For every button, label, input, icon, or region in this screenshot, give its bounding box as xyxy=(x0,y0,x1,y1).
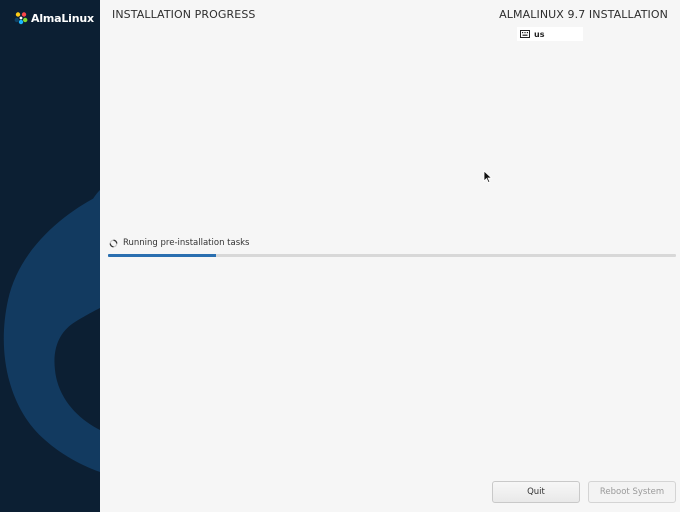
keyboard-layout-indicator[interactable]: us xyxy=(517,27,583,41)
keyboard-layout-label: us xyxy=(534,29,545,39)
product-title: ALMALINUX 9.7 INSTALLATION xyxy=(499,8,668,21)
page-title: INSTALLATION PROGRESS xyxy=(112,8,256,21)
installer-window: AlmaLinux INSTALLATION PROGRESS ALMALINU… xyxy=(0,0,680,512)
progress-bar-fill xyxy=(108,254,216,257)
keyboard-icon xyxy=(520,30,530,38)
quit-button[interactable]: Quit xyxy=(492,481,580,503)
progress-status: Running pre-installation tasks xyxy=(109,238,250,248)
logo-text: AlmaLinux xyxy=(31,11,94,25)
mouse-cursor-icon xyxy=(483,170,493,184)
spinner-icon xyxy=(109,239,118,247)
almalinux-logo: AlmaLinux xyxy=(14,11,94,25)
sidebar: AlmaLinux xyxy=(0,0,100,512)
reboot-system-button[interactable]: Reboot System xyxy=(588,481,676,503)
almalinux-logo-icon xyxy=(14,12,28,25)
status-text: Running pre-installation tasks xyxy=(123,238,250,248)
progress-bar xyxy=(108,254,676,257)
sidebar-decoration xyxy=(3,190,100,472)
